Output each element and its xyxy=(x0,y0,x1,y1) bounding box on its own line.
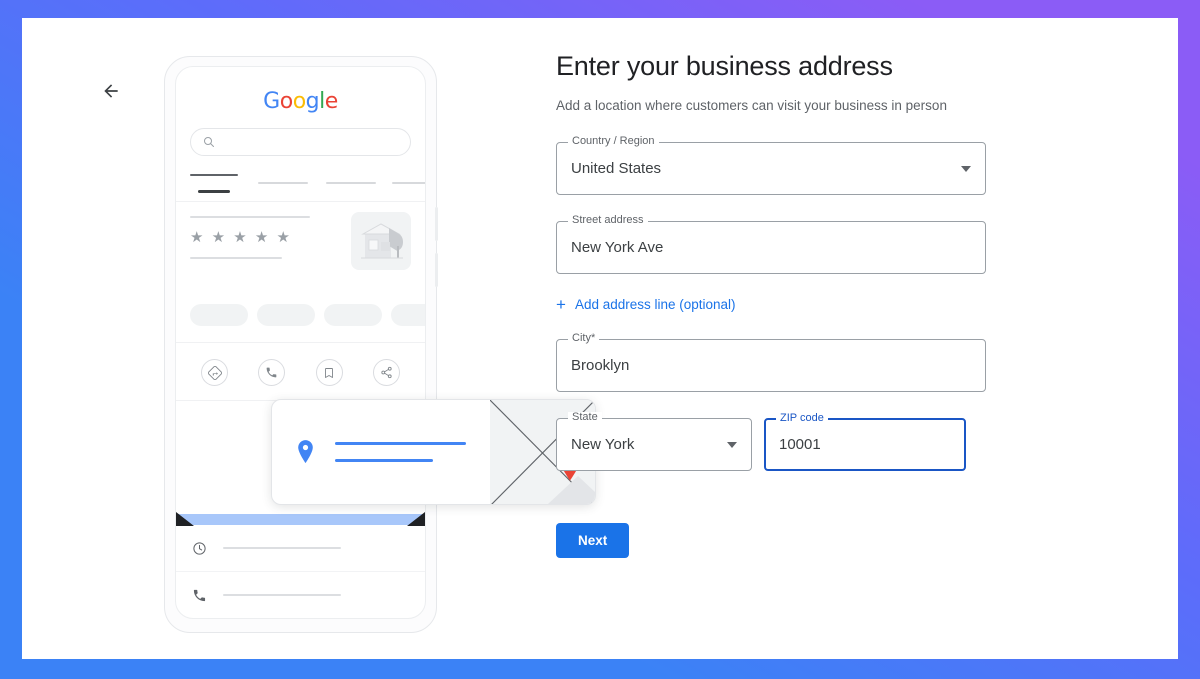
action-chip[interactable] xyxy=(257,304,315,326)
tab-item[interactable] xyxy=(392,182,425,184)
city-field[interactable]: City* Brooklyn xyxy=(556,333,986,393)
street-address-field[interactable]: Street address New York Ave xyxy=(556,215,986,275)
phone-illustration: Google ★ ★ ★ ★ ★ xyxy=(134,35,596,635)
tab-item[interactable] xyxy=(258,182,308,184)
storefront-icon xyxy=(361,223,403,259)
phone-side-button xyxy=(435,207,438,241)
call-button[interactable] xyxy=(258,359,286,386)
next-button[interactable]: Next xyxy=(556,523,630,559)
state-zip-row: State New York ZIP code 10001 xyxy=(556,392,986,472)
phone-side-button xyxy=(435,253,438,287)
address-card-overlay xyxy=(271,399,596,505)
street-address-value: New York Ave xyxy=(571,239,664,257)
chevron-down-icon[interactable] xyxy=(727,441,737,448)
page-title: Enter your business address xyxy=(556,51,893,81)
business-photo-thumbnail xyxy=(351,212,411,270)
tab-active-underline xyxy=(198,190,230,193)
hours-placeholder xyxy=(223,547,341,549)
directions-button[interactable] xyxy=(201,359,229,386)
logo-letter: o xyxy=(292,89,306,114)
save-button[interactable] xyxy=(315,359,343,386)
chevron-down-icon[interactable] xyxy=(961,165,971,172)
state-field-wrapper: State New York xyxy=(556,392,752,472)
address-form-panel: Enter your business address Add a locati… xyxy=(556,50,986,559)
city-label: City* xyxy=(568,333,600,345)
directions-icon xyxy=(207,365,222,380)
address-line-2 xyxy=(335,459,433,462)
address-line-placeholders xyxy=(335,442,466,462)
add-address-line-button[interactable]: + Add address line (optional) xyxy=(556,296,736,313)
country-region-value: United States xyxy=(571,160,662,178)
phone-icon xyxy=(267,367,277,378)
state-value: New York xyxy=(571,436,635,454)
business-name-placeholder xyxy=(190,216,310,218)
business-detail-list xyxy=(176,525,425,618)
phone-screen: Google ★ ★ ★ ★ ★ xyxy=(175,66,426,619)
street-address-label: Street address xyxy=(568,215,648,227)
clock-icon xyxy=(193,541,206,555)
tab-item[interactable] xyxy=(326,182,376,184)
share-icon xyxy=(381,366,392,379)
logo-letter: o xyxy=(279,89,293,114)
action-chip[interactable] xyxy=(324,304,382,326)
zip-field-wrapper: ZIP code 10001 xyxy=(764,392,966,472)
hours-row[interactable] xyxy=(176,525,425,572)
google-logo: Google xyxy=(176,89,425,114)
action-chip[interactable] xyxy=(190,304,248,326)
country-region-field[interactable]: Country / Region United States xyxy=(556,136,986,196)
action-icon-row xyxy=(176,342,425,401)
bookmark-icon xyxy=(325,367,334,378)
action-chip[interactable] xyxy=(391,304,425,326)
country-region-label: Country / Region xyxy=(568,136,659,148)
logo-letter: G xyxy=(263,89,280,114)
tab-item-active[interactable] xyxy=(190,174,238,176)
phone-placeholder xyxy=(223,594,341,596)
back-button[interactable] xyxy=(94,74,128,108)
address-card-content xyxy=(272,400,490,504)
page-subtitle: Add a location where customers can visit… xyxy=(556,98,947,114)
address-line-1 xyxy=(335,442,466,445)
zip-code-value: 10001 xyxy=(779,436,821,454)
map-pin-icon xyxy=(298,440,313,464)
add-address-line-label: Add address line (optional) xyxy=(574,297,736,313)
business-summary: ★ ★ ★ ★ ★ xyxy=(176,202,425,298)
logo-letter: e xyxy=(324,89,339,114)
search-icon xyxy=(204,137,214,147)
card-shadow-left xyxy=(176,512,194,526)
content-canvas: Google ★ ★ ★ ★ ★ Enter your business add… xyxy=(22,18,1178,659)
arrow-left-icon xyxy=(104,84,118,98)
business-category-placeholder xyxy=(190,257,282,259)
action-chip-row xyxy=(176,298,425,326)
zip-code-label: ZIP code xyxy=(776,413,828,425)
tab-strip xyxy=(176,170,425,202)
address-highlight-strip xyxy=(176,514,425,525)
city-value: Brooklyn xyxy=(571,357,630,375)
phone-row[interactable] xyxy=(176,572,425,618)
phone-frame: Google ★ ★ ★ ★ ★ xyxy=(164,56,438,633)
zip-code-field[interactable]: ZIP code 10001 xyxy=(764,413,966,472)
plus-icon: + xyxy=(556,295,566,315)
state-field[interactable]: State New York xyxy=(556,412,752,472)
card-shadow-right xyxy=(407,512,425,526)
page-gradient-frame: Google ★ ★ ★ ★ ★ Enter your business add… xyxy=(0,0,1200,679)
search-input[interactable] xyxy=(190,128,411,156)
share-button[interactable] xyxy=(372,359,400,386)
logo-letter: g xyxy=(305,89,320,114)
state-label: State xyxy=(568,412,602,424)
phone-icon xyxy=(193,589,206,601)
